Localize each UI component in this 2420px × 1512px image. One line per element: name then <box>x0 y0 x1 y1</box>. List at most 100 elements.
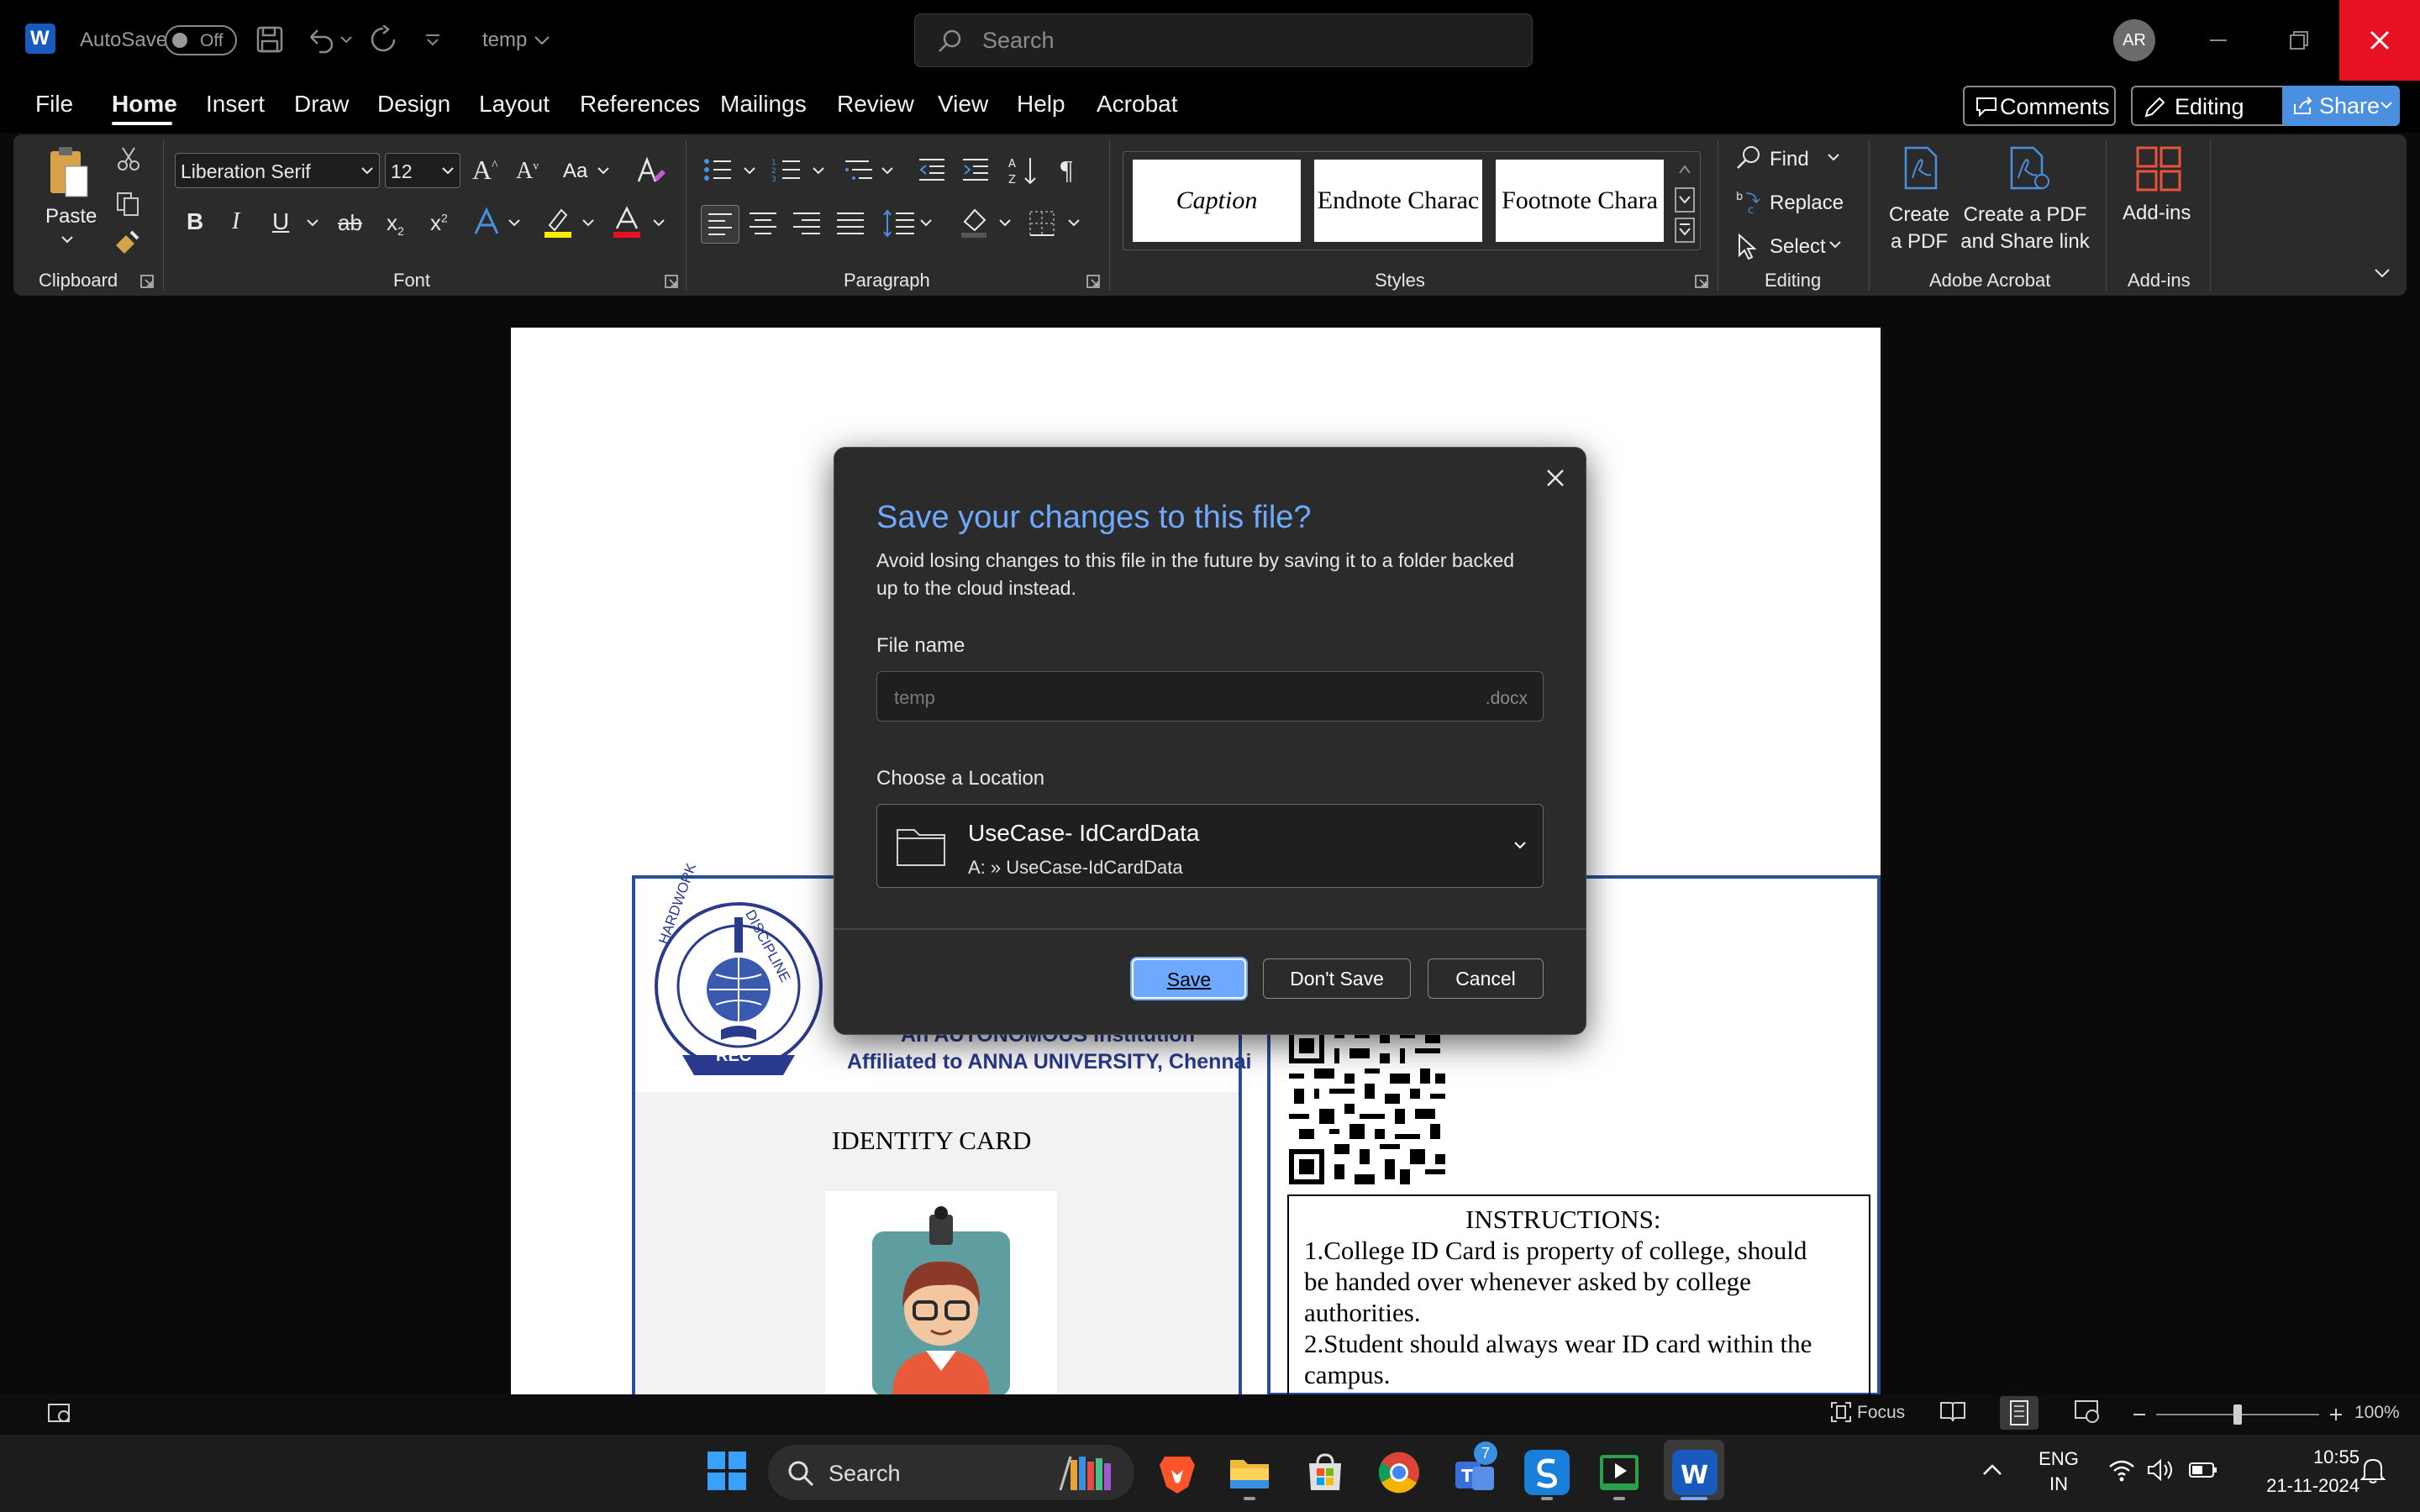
microsoft-store-icon[interactable] <box>1302 1450 1348 1495</box>
style-caption[interactable]: Caption <box>1133 160 1301 242</box>
chevron-down-icon[interactable] <box>881 166 894 176</box>
numbering-icon[interactable]: 123 <box>771 156 802 183</box>
chevron-down-icon[interactable] <box>919 218 933 228</box>
bold-icon[interactable]: B <box>187 208 203 235</box>
tab-review[interactable]: Review <box>837 91 914 118</box>
zoom-level[interactable]: 100% <box>2354 1403 2400 1423</box>
web-layout-icon[interactable] <box>2074 1399 2101 1425</box>
grow-font-icon[interactable]: A^ <box>472 155 498 186</box>
chevron-down-icon[interactable] <box>812 166 825 176</box>
add-ins-button[interactable]: Add-ins <box>2123 202 2191 225</box>
collapse-ribbon-icon[interactable] <box>2373 267 2391 281</box>
chevron-down-icon[interactable] <box>1827 153 1840 163</box>
chevron-down-icon[interactable] <box>581 218 595 228</box>
change-case-button[interactable]: Aa <box>563 160 587 183</box>
tab-layout[interactable]: Layout <box>479 91 550 118</box>
align-left-icon[interactable] <box>701 205 739 244</box>
tab-mailings[interactable]: Mailings <box>720 91 807 118</box>
increase-indent-icon[interactable] <box>961 156 990 183</box>
superscript-icon[interactable]: x2 <box>430 210 448 236</box>
format-painter-icon[interactable] <box>113 228 141 255</box>
chevron-down-icon[interactable] <box>1067 218 1081 228</box>
text-effects-icon[interactable] <box>472 207 501 237</box>
tab-help[interactable]: Help <box>1017 91 1065 118</box>
paste-icon[interactable] <box>45 144 92 200</box>
style-endnote-character[interactable]: Endnote Charac <box>1314 160 1482 242</box>
style-footnote-character[interactable]: Footnote Chara <box>1496 160 1664 242</box>
notifications-icon[interactable] <box>2360 1457 2386 1485</box>
taskbar-search[interactable]: Search <box>768 1445 1134 1500</box>
font-size-dropdown[interactable]: 12 <box>385 153 460 188</box>
tab-references[interactable]: References <box>580 91 700 118</box>
multilevel-list-icon[interactable] <box>844 156 874 183</box>
read-mode-icon[interactable] <box>1939 1399 1966 1423</box>
share-button[interactable]: Share <box>2282 86 2400 126</box>
brave-browser-icon[interactable] <box>1155 1450 1200 1495</box>
paste-label[interactable]: Paste <box>45 205 97 228</box>
word-icon[interactable]: W <box>1672 1450 1718 1495</box>
create-pdf-share-icon[interactable] <box>2008 144 2050 192</box>
align-center-icon[interactable] <box>744 205 781 242</box>
chevron-down-icon[interactable] <box>533 34 551 47</box>
save-button[interactable]: Save <box>1132 958 1246 999</box>
replace-icon[interactable]: bc <box>1734 188 1763 217</box>
media-player-icon[interactable] <box>1597 1450 1642 1495</box>
font-name-dropdown[interactable]: Liberation Serif <box>175 153 380 188</box>
dialog-launcher-icon[interactable] <box>1086 274 1101 289</box>
redo-icon[interactable] <box>368 25 398 55</box>
chevron-down-icon[interactable] <box>1828 240 1842 250</box>
file-explorer-icon[interactable] <box>1227 1450 1272 1495</box>
highlight-color-icon[interactable] <box>543 205 573 239</box>
tab-view[interactable]: View <box>938 91 988 118</box>
justify-icon[interactable] <box>832 205 869 242</box>
focus-label[interactable]: Focus <box>1857 1403 1905 1423</box>
battery-icon[interactable] <box>2188 1460 2218 1480</box>
print-layout-icon[interactable] <box>2000 1396 2039 1430</box>
select-icon[interactable] <box>1734 232 1760 260</box>
tab-acrobat[interactable]: Acrobat <box>1097 91 1178 118</box>
subscript-icon[interactable]: x2 <box>387 210 404 238</box>
dont-save-button[interactable]: Don't Save <box>1263 958 1411 999</box>
underline-icon[interactable]: U <box>272 208 289 235</box>
wifi-icon[interactable] <box>2107 1458 2136 1482</box>
chevron-down-icon[interactable] <box>60 235 74 245</box>
show-hidden-icons-icon[interactable] <box>1981 1462 2003 1478</box>
replace-button[interactable]: Replace <box>1770 192 1844 215</box>
add-ins-icon[interactable] <box>2134 144 2183 193</box>
customize-qat-icon[interactable] <box>424 34 442 47</box>
dialog-launcher-icon[interactable] <box>664 274 679 289</box>
select-button[interactable]: Select <box>1770 235 1826 259</box>
user-avatar[interactable]: AR <box>2113 19 2155 61</box>
document-title[interactable]: temp <box>482 29 527 52</box>
find-button[interactable]: Find <box>1770 148 1809 171</box>
copy-icon[interactable] <box>114 190 141 217</box>
line-spacing-icon[interactable] <box>882 207 916 240</box>
swiftkey-app-icon[interactable] <box>1524 1450 1570 1495</box>
chrome-icon[interactable] <box>1376 1450 1422 1495</box>
chevron-down-icon[interactable] <box>998 218 1012 228</box>
accessibility-icon[interactable] <box>47 1401 72 1425</box>
comments-button[interactable]: Comments <box>1963 86 2116 126</box>
dialog-close-icon[interactable] <box>1537 459 1574 496</box>
volume-icon[interactable] <box>2146 1458 2175 1482</box>
chevron-down-icon[interactable] <box>306 218 319 228</box>
start-icon[interactable] <box>706 1450 748 1492</box>
search-box[interactable]: Search <box>914 13 1533 67</box>
find-icon[interactable] <box>1734 144 1763 171</box>
language-indicator[interactable]: ENG IN <box>2033 1446 2084 1497</box>
font-color-icon[interactable] <box>612 205 642 239</box>
strikethrough-icon[interactable]: ab <box>338 210 362 236</box>
location-dropdown[interactable]: UseCase- IdCardData A: » UseCase-IdCardD… <box>876 804 1544 888</box>
dialog-launcher-icon[interactable] <box>1694 274 1709 289</box>
dialog-launcher-icon[interactable] <box>139 274 155 289</box>
cut-icon[interactable] <box>116 146 141 171</box>
clear-formatting-icon[interactable] <box>635 156 667 186</box>
create-pdf-button[interactable]: Create a PDF <box>1889 202 1949 255</box>
chevron-down-icon[interactable] <box>743 166 756 176</box>
tab-file[interactable]: File <box>35 91 73 118</box>
create-pdf-icon[interactable] <box>1902 144 1939 192</box>
create-pdf-share-button[interactable]: Create a PDF and Share link <box>1956 202 2094 255</box>
undo-icon[interactable] <box>304 25 355 54</box>
align-right-icon[interactable] <box>788 205 825 242</box>
focus-icon[interactable] <box>1828 1399 1854 1425</box>
